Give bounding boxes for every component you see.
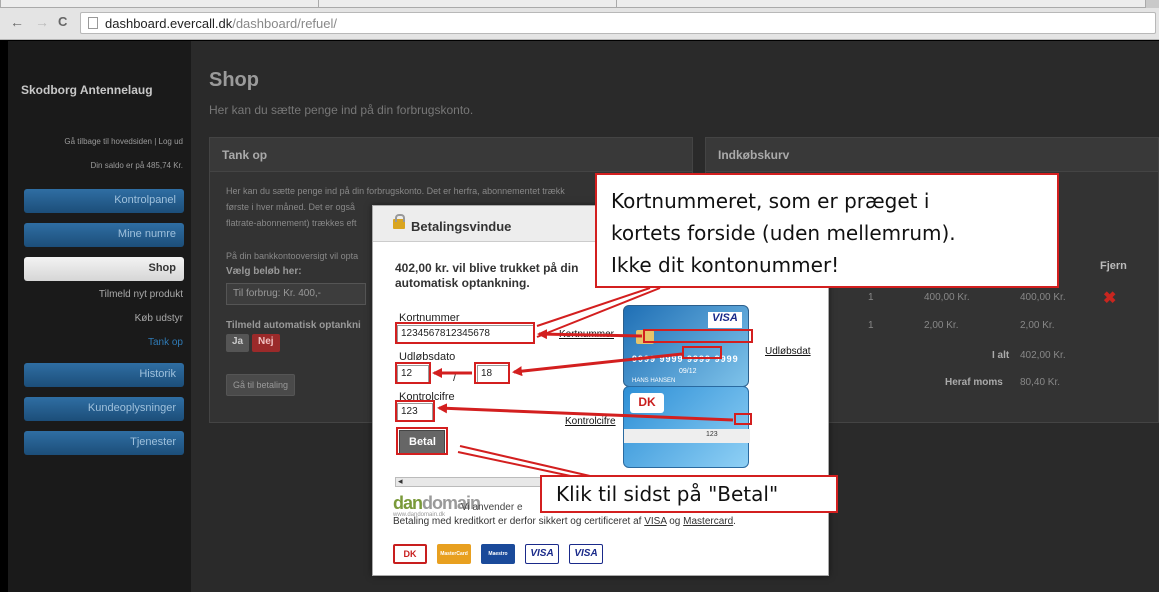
callout-pointer-line [536, 287, 651, 327]
callout-line: kortets forside (uden mellemrum). [611, 221, 956, 245]
pay-pointer-line [459, 445, 591, 477]
card-number-callout: Kortnummeret, som er præget i kortets fo… [595, 173, 1059, 288]
pay-callout: Klik til sidst på "Betal" [540, 475, 838, 513]
expiry-year-arrow [512, 352, 683, 377]
card-number-arrow [537, 329, 643, 340]
callout-line: Kortnummeret, som er præget i [611, 189, 930, 213]
callout-pointer-line [536, 287, 661, 338]
callout-line: Ikke dit kontonummer! [611, 253, 840, 277]
cvc-arrow [437, 403, 734, 422]
